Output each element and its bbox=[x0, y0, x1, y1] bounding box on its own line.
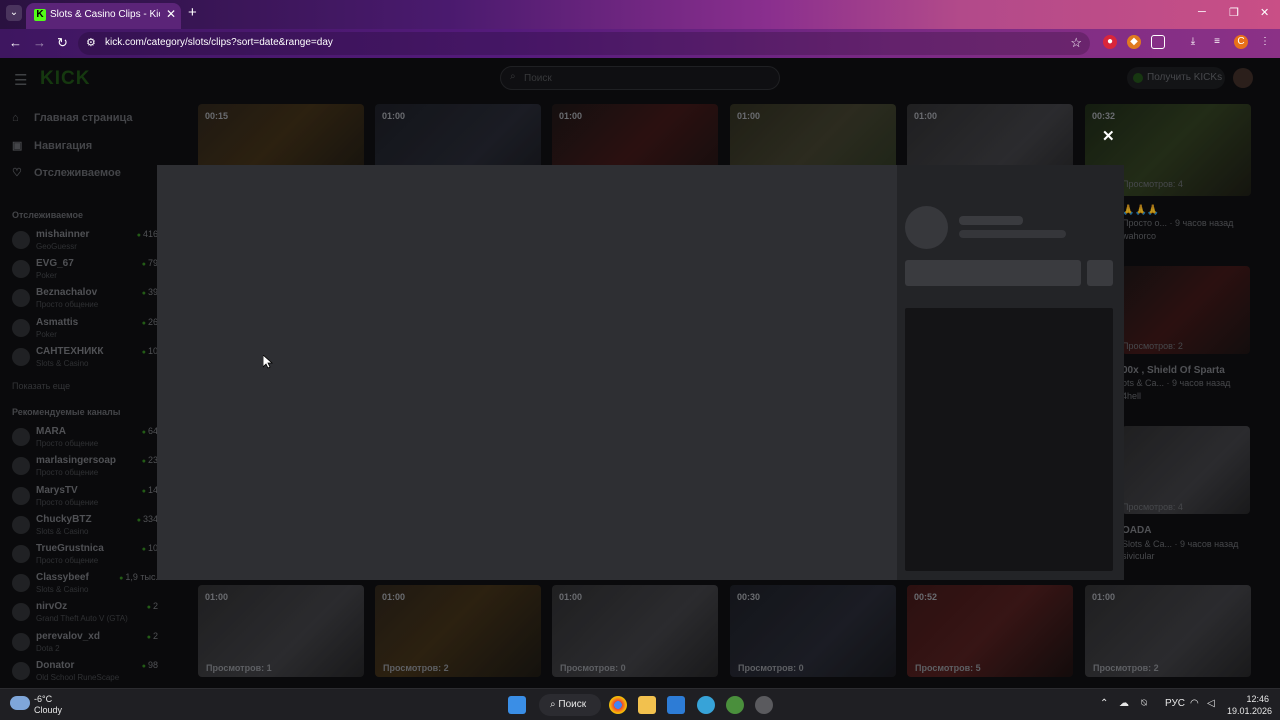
extensions-puzzle-icon[interactable] bbox=[1151, 35, 1165, 49]
tab-close-icon[interactable]: ✕ bbox=[166, 7, 176, 21]
extension-fox-icon[interactable]: ◆ bbox=[1127, 35, 1141, 49]
profile-avatar[interactable]: C bbox=[1234, 35, 1248, 49]
weather-description[interactable]: Cloudy bbox=[34, 705, 62, 715]
tab-title: Slots & Casino Clips - Kick Stre bbox=[50, 9, 160, 20]
file-explorer-icon[interactable] bbox=[638, 696, 656, 714]
extension-red-icon[interactable]: ● bbox=[1103, 35, 1117, 49]
bookmark-star-icon[interactable]: ☆ bbox=[1070, 35, 1082, 51]
subtitle-skeleton bbox=[959, 230, 1066, 238]
reload-icon[interactable]: ↻ bbox=[57, 35, 68, 51]
new-tab-icon[interactable]: + bbox=[188, 4, 197, 21]
maximize-icon[interactable]: ❐ bbox=[1229, 6, 1239, 19]
forward-icon[interactable]: → bbox=[33, 35, 46, 50]
wifi-icon[interactable]: ◠ bbox=[1190, 698, 1199, 709]
address-bar[interactable]: ⚙ kick.com/category/slots/clips?sort=dat… bbox=[78, 32, 1090, 55]
media-control-icon[interactable]: ≡ bbox=[1210, 35, 1224, 49]
browser-toolbar: ← → ↻ ⚙ kick.com/category/slots/clips?so… bbox=[0, 29, 1280, 58]
windows-start-icon[interactable] bbox=[508, 696, 526, 714]
kick-page: ☰ KICK ⌕ Поиск Получить KICKs ⌂ Главная с… bbox=[0, 58, 1280, 688]
browser-tab[interactable]: K Slots & Casino Clips - Kick Stre ✕ bbox=[26, 3, 181, 29]
clock-date[interactable]: 19.01.2026 bbox=[1227, 706, 1272, 716]
site-info-icon[interactable]: ⚙ bbox=[86, 36, 96, 49]
icon-button-skeleton bbox=[1087, 260, 1113, 286]
tray-overflow-icon[interactable]: ⌃ bbox=[1100, 698, 1108, 709]
window-close-icon[interactable]: ✕ bbox=[1260, 6, 1269, 19]
vscode-icon[interactable] bbox=[667, 696, 685, 714]
microphone-icon[interactable]: ⍉ bbox=[1141, 698, 1147, 709]
url-text: kick.com/category/slots/clips?sort=date&… bbox=[105, 37, 333, 48]
avatar-skeleton bbox=[905, 206, 948, 249]
minimize-icon[interactable]: ─ bbox=[1198, 6, 1206, 18]
back-icon[interactable]: ← bbox=[9, 35, 22, 50]
kick-favicon-icon: K bbox=[34, 9, 46, 21]
weather-temperature[interactable]: -6°C bbox=[34, 694, 52, 704]
network-icon[interactable]: ☁ bbox=[1119, 698, 1129, 709]
cloud-icon[interactable] bbox=[10, 696, 30, 710]
app-icon[interactable] bbox=[755, 696, 773, 714]
app-icon[interactable] bbox=[726, 696, 744, 714]
title-skeleton bbox=[959, 216, 1023, 225]
clip-info-panel bbox=[897, 165, 1124, 580]
taskbar-search-label: Поиск bbox=[558, 699, 587, 710]
language-indicator[interactable]: РУС bbox=[1165, 698, 1185, 709]
clock-time[interactable]: 12:46 bbox=[1227, 694, 1269, 704]
screen: ⌄ K Slots & Casino Clips - Kick Stre ✕ +… bbox=[0, 0, 1280, 720]
telegram-icon[interactable] bbox=[697, 696, 715, 714]
clip-modal bbox=[157, 165, 1124, 580]
modal-close-icon[interactable]: ✕ bbox=[1102, 127, 1115, 145]
volume-icon[interactable]: ◁ bbox=[1207, 698, 1215, 709]
mouse-cursor-icon bbox=[263, 355, 273, 369]
taskbar-search-button[interactable]: ⌕ Поиск bbox=[539, 694, 601, 716]
windows-taskbar: -6°C Cloudy ⌕ Поиск ⌃ ☁ ⍉ РУС ◠ ◁ 12:46 … bbox=[0, 688, 1280, 720]
chrome-icon[interactable] bbox=[609, 696, 627, 714]
download-icon[interactable]: ⤓ bbox=[1186, 35, 1200, 49]
browser-menu-icon[interactable]: ⋮ bbox=[1258, 35, 1272, 49]
browser-tab-bar: ⌄ K Slots & Casino Clips - Kick Stre ✕ +… bbox=[0, 0, 1280, 29]
clip-video-player[interactable] bbox=[157, 165, 897, 580]
button-skeleton bbox=[905, 260, 1081, 286]
tab-search-icon[interactable]: ⌄ bbox=[6, 5, 22, 21]
chat-skeleton bbox=[905, 308, 1113, 571]
